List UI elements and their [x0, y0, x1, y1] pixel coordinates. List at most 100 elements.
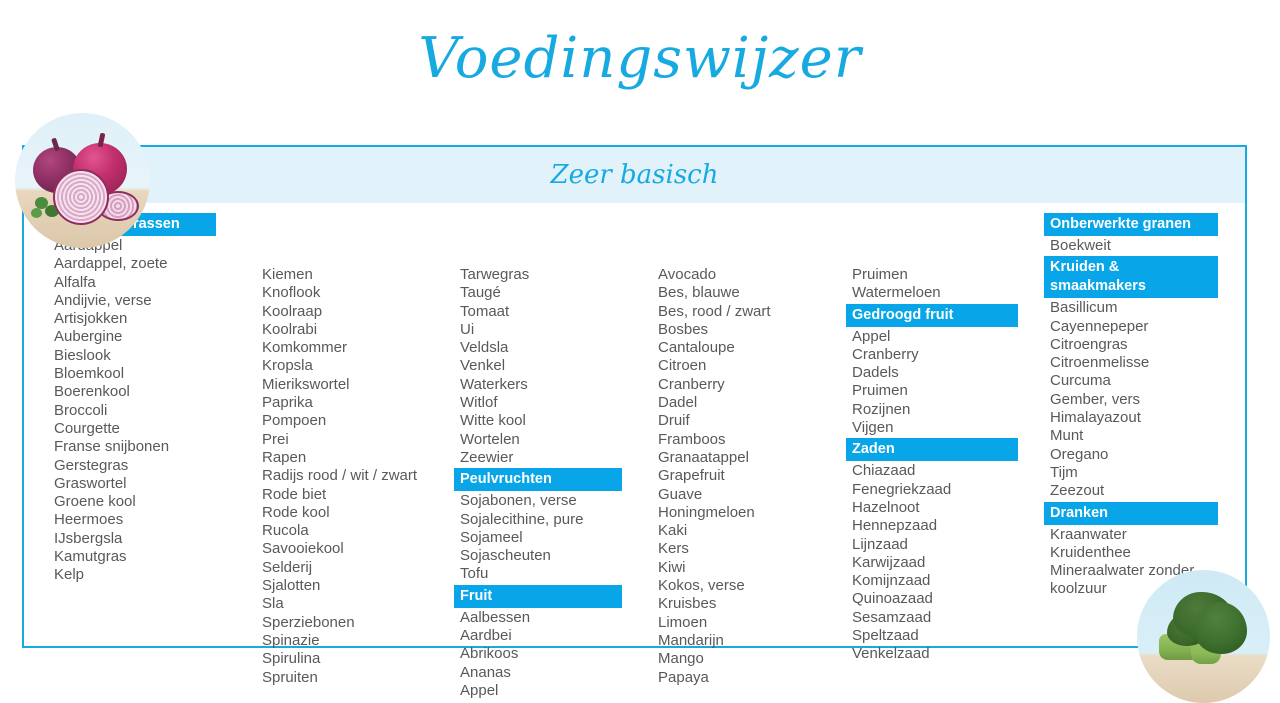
list-item: Kraanwater [1050, 525, 1127, 543]
list-item: Ananas [460, 663, 511, 681]
list-item: Dadels [852, 364, 899, 382]
list-item: Waterkers [460, 375, 528, 393]
list-item: Aalbessen [460, 608, 531, 626]
category-header[interactable]: Zaden [846, 438, 1018, 462]
list-item: Knoflook [262, 284, 321, 302]
list-item: Citroen [658, 357, 707, 375]
list-item: Hennepzaad [852, 517, 938, 535]
list-item: Alfalfa [54, 273, 96, 291]
list-item: Kers [658, 540, 689, 558]
column-spacer [454, 212, 628, 266]
list-item: Cranberry [658, 375, 725, 393]
list-item: Komijnzaad [852, 572, 931, 590]
list-item: Citroengras [1050, 335, 1128, 353]
category-header[interactable]: Peulvruchten [454, 468, 622, 492]
list-item: Kamutgras [54, 548, 127, 566]
list-item: Koolrabi [262, 320, 318, 338]
list-item: Sojameel [460, 528, 523, 546]
list-item: Venkelzaad [852, 645, 930, 663]
list-item: Aardbei [460, 627, 512, 645]
list-item: Vijgen [852, 419, 894, 437]
list-item: IJsbergsla [54, 529, 123, 547]
list-item: Cayennepeper [1050, 317, 1149, 335]
list-item: Wortelen [460, 430, 520, 448]
category-header[interactable]: Onberwerkte granen [1044, 213, 1218, 236]
list-item: Artisjokken [54, 310, 128, 328]
list-item: Cranberry [852, 345, 919, 363]
list-item: Avocado [658, 266, 717, 283]
list-item: Watermeloen [852, 284, 941, 302]
list-item: Tofu [460, 565, 489, 583]
list-item: Framboos [658, 430, 726, 448]
list-item: Bes, blauwe [658, 284, 740, 302]
list-item: Gerstegras [54, 456, 129, 474]
category-header[interactable]: Dranken [1044, 501, 1218, 525]
list-item: Appel [852, 327, 891, 345]
list-item: Venkel [460, 357, 506, 375]
list-item: Druif [658, 412, 690, 430]
list-item: Franse snijbonen [54, 438, 170, 456]
list-item: Courgette [54, 419, 120, 437]
broccoli-photo [1137, 570, 1270, 703]
list-item: Kropsla [262, 357, 313, 375]
list-item: Basillicum [1050, 299, 1118, 317]
list-item: Gember, vers [1050, 390, 1141, 408]
list-item: Heermoes [54, 511, 124, 529]
list-item: Grapefruit [658, 467, 725, 485]
list-item: Rode biet [262, 485, 327, 503]
list-item: Kruidenthee [1050, 543, 1131, 561]
list-item: Kiemen [262, 266, 313, 283]
list-item: Mango [658, 650, 704, 668]
list-item: Mandarijn [658, 631, 724, 649]
category-header[interactable]: Gedroogd fruit [846, 303, 1018, 327]
list-item: Witlof [460, 394, 498, 412]
list-item: Paprika [262, 394, 313, 412]
list-item: Aubergine [54, 328, 123, 346]
list-item: Granaatappel [658, 448, 749, 466]
list-item: Dadel [658, 394, 698, 412]
list-item: Tarwegras [460, 266, 530, 283]
column-6: Onberwerkte granen Boekweit Kruiden & smaa… [1024, 204, 1234, 599]
columns-container: Groente / GrassenAardappelAardappel, zoe… [24, 204, 1245, 699]
list-item: Quinoazaad [852, 590, 933, 608]
list-item: Appel [460, 681, 499, 699]
column-2: Kiemen Knoflook Koolraap Koolrabi Komkommer K… [232, 204, 430, 687]
list-item: Karwijzaad [852, 553, 926, 571]
list-item: Kaki [658, 522, 688, 540]
list-item: Broccoli [54, 401, 108, 419]
category-header[interactable]: Kruiden & smaakmakers [1044, 256, 1218, 299]
list-item: Boekweit [1050, 237, 1111, 254]
column-4: Avocado Bes, blauwe Bes, rood / zwart Bosbe… [628, 204, 826, 687]
column-spacer [652, 212, 826, 266]
list-item: Komkommer [262, 339, 348, 357]
parsley-shape [31, 208, 42, 218]
list-item: Bosbes [658, 320, 709, 338]
list-item: Hazelnoot [852, 498, 920, 516]
list-item: Tomaat [460, 302, 510, 320]
list-item: Radijs rood / wit / zwart [262, 467, 418, 485]
list-item: Taugé [460, 284, 501, 302]
list-item: Curcuma [1050, 372, 1111, 390]
list-item: Kelp [54, 566, 85, 584]
list-item: Bieslook [54, 346, 111, 364]
list-item: Graswortel [54, 474, 127, 492]
list-item: Speltzaad [852, 627, 919, 645]
category-header[interactable]: Fruit [454, 584, 622, 608]
list-item: Sojascheuten [460, 547, 551, 565]
list-item: Zeewier [460, 448, 514, 466]
list-item: Citroenmelisse [1050, 354, 1150, 372]
list-item: Cantaloupe [658, 339, 735, 357]
list-item: Chiazaad [852, 462, 916, 480]
list-item: Sjalotten [262, 577, 321, 595]
list-item: Bes, rood / zwart [658, 302, 771, 320]
list-item: Abrikoos [460, 645, 519, 663]
onion-slice-shape [53, 169, 109, 225]
list-item: Sla [262, 595, 284, 613]
broccoli-head-shape [1195, 602, 1247, 654]
list-item: Zeezout [1050, 482, 1105, 500]
list-item: Selderij [262, 558, 313, 576]
column-spacer [846, 212, 1024, 266]
list-item: Munt [1050, 427, 1084, 445]
list-item: Papaya [658, 668, 709, 686]
list-item: Lijnzaad [852, 535, 908, 553]
